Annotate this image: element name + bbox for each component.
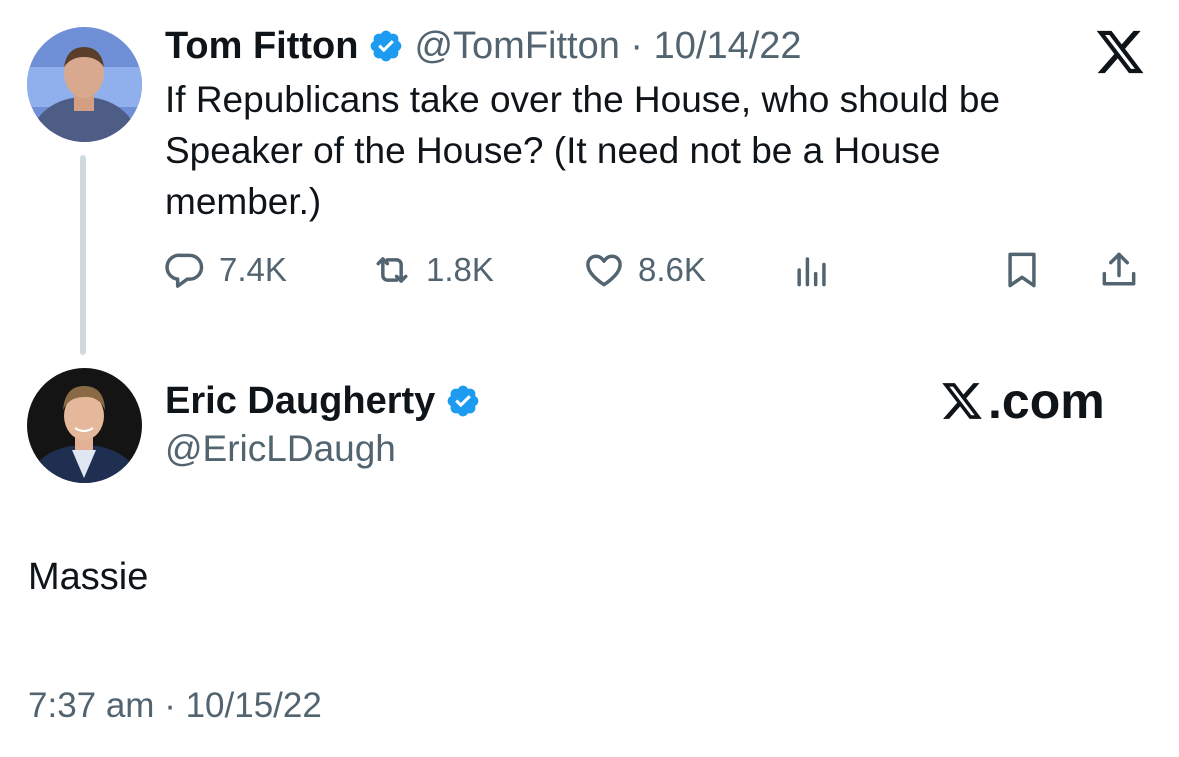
bookmark-icon	[1008, 252, 1036, 288]
thread-connector-line	[80, 155, 86, 355]
share-icon	[1102, 252, 1136, 286]
views-button[interactable]	[790, 247, 834, 293]
retweet-button[interactable]: 1.8K	[370, 247, 494, 293]
like-button[interactable]: 8.6K	[582, 247, 706, 293]
reply-handle[interactable]: @EricLDaugh	[165, 428, 396, 470]
reply-count: 7.4K	[219, 251, 287, 288]
retweet-count: 1.8K	[426, 251, 494, 288]
x-logo-icon	[942, 383, 982, 419]
avatar-eric-daugherty[interactable]	[27, 368, 142, 483]
like-icon	[586, 254, 622, 287]
avatar-image	[27, 27, 142, 142]
views-icon	[797, 257, 826, 287]
xcom-brand: .com	[940, 372, 1105, 430]
author-name[interactable]: Eric Daugherty	[165, 380, 435, 423]
reply-icon	[165, 253, 204, 288]
retweet-icon	[376, 257, 408, 283]
verified-badge-icon	[445, 383, 481, 419]
reply-tweet-header: Eric Daugherty	[165, 378, 481, 424]
share-button[interactable]	[1097, 247, 1141, 293]
avatar-tom-fitton[interactable]	[27, 27, 142, 142]
handle-and-date[interactable]: @TomFitton · 10/14/22	[414, 25, 801, 68]
parent-tweet-text: If Republicans take over the House, who …	[165, 79, 1001, 222]
verified-badge-icon	[368, 28, 404, 64]
like-count: 8.6K	[638, 251, 706, 288]
brand-text: .com	[988, 373, 1105, 429]
bookmark-button[interactable]	[1000, 247, 1044, 293]
reply-button[interactable]: 7.4K	[163, 247, 287, 293]
avatar-image	[27, 368, 142, 483]
parent-tweet-header: Tom Fitton @TomFitton · 10/14/22	[165, 24, 802, 68]
reply-timestamp[interactable]: 7:37 am · 10/15/22	[28, 686, 322, 726]
x-logo-icon[interactable]	[1093, 26, 1147, 78]
author-name[interactable]: Tom Fitton	[165, 25, 358, 68]
reply-tweet-text: Massie	[28, 556, 149, 598]
